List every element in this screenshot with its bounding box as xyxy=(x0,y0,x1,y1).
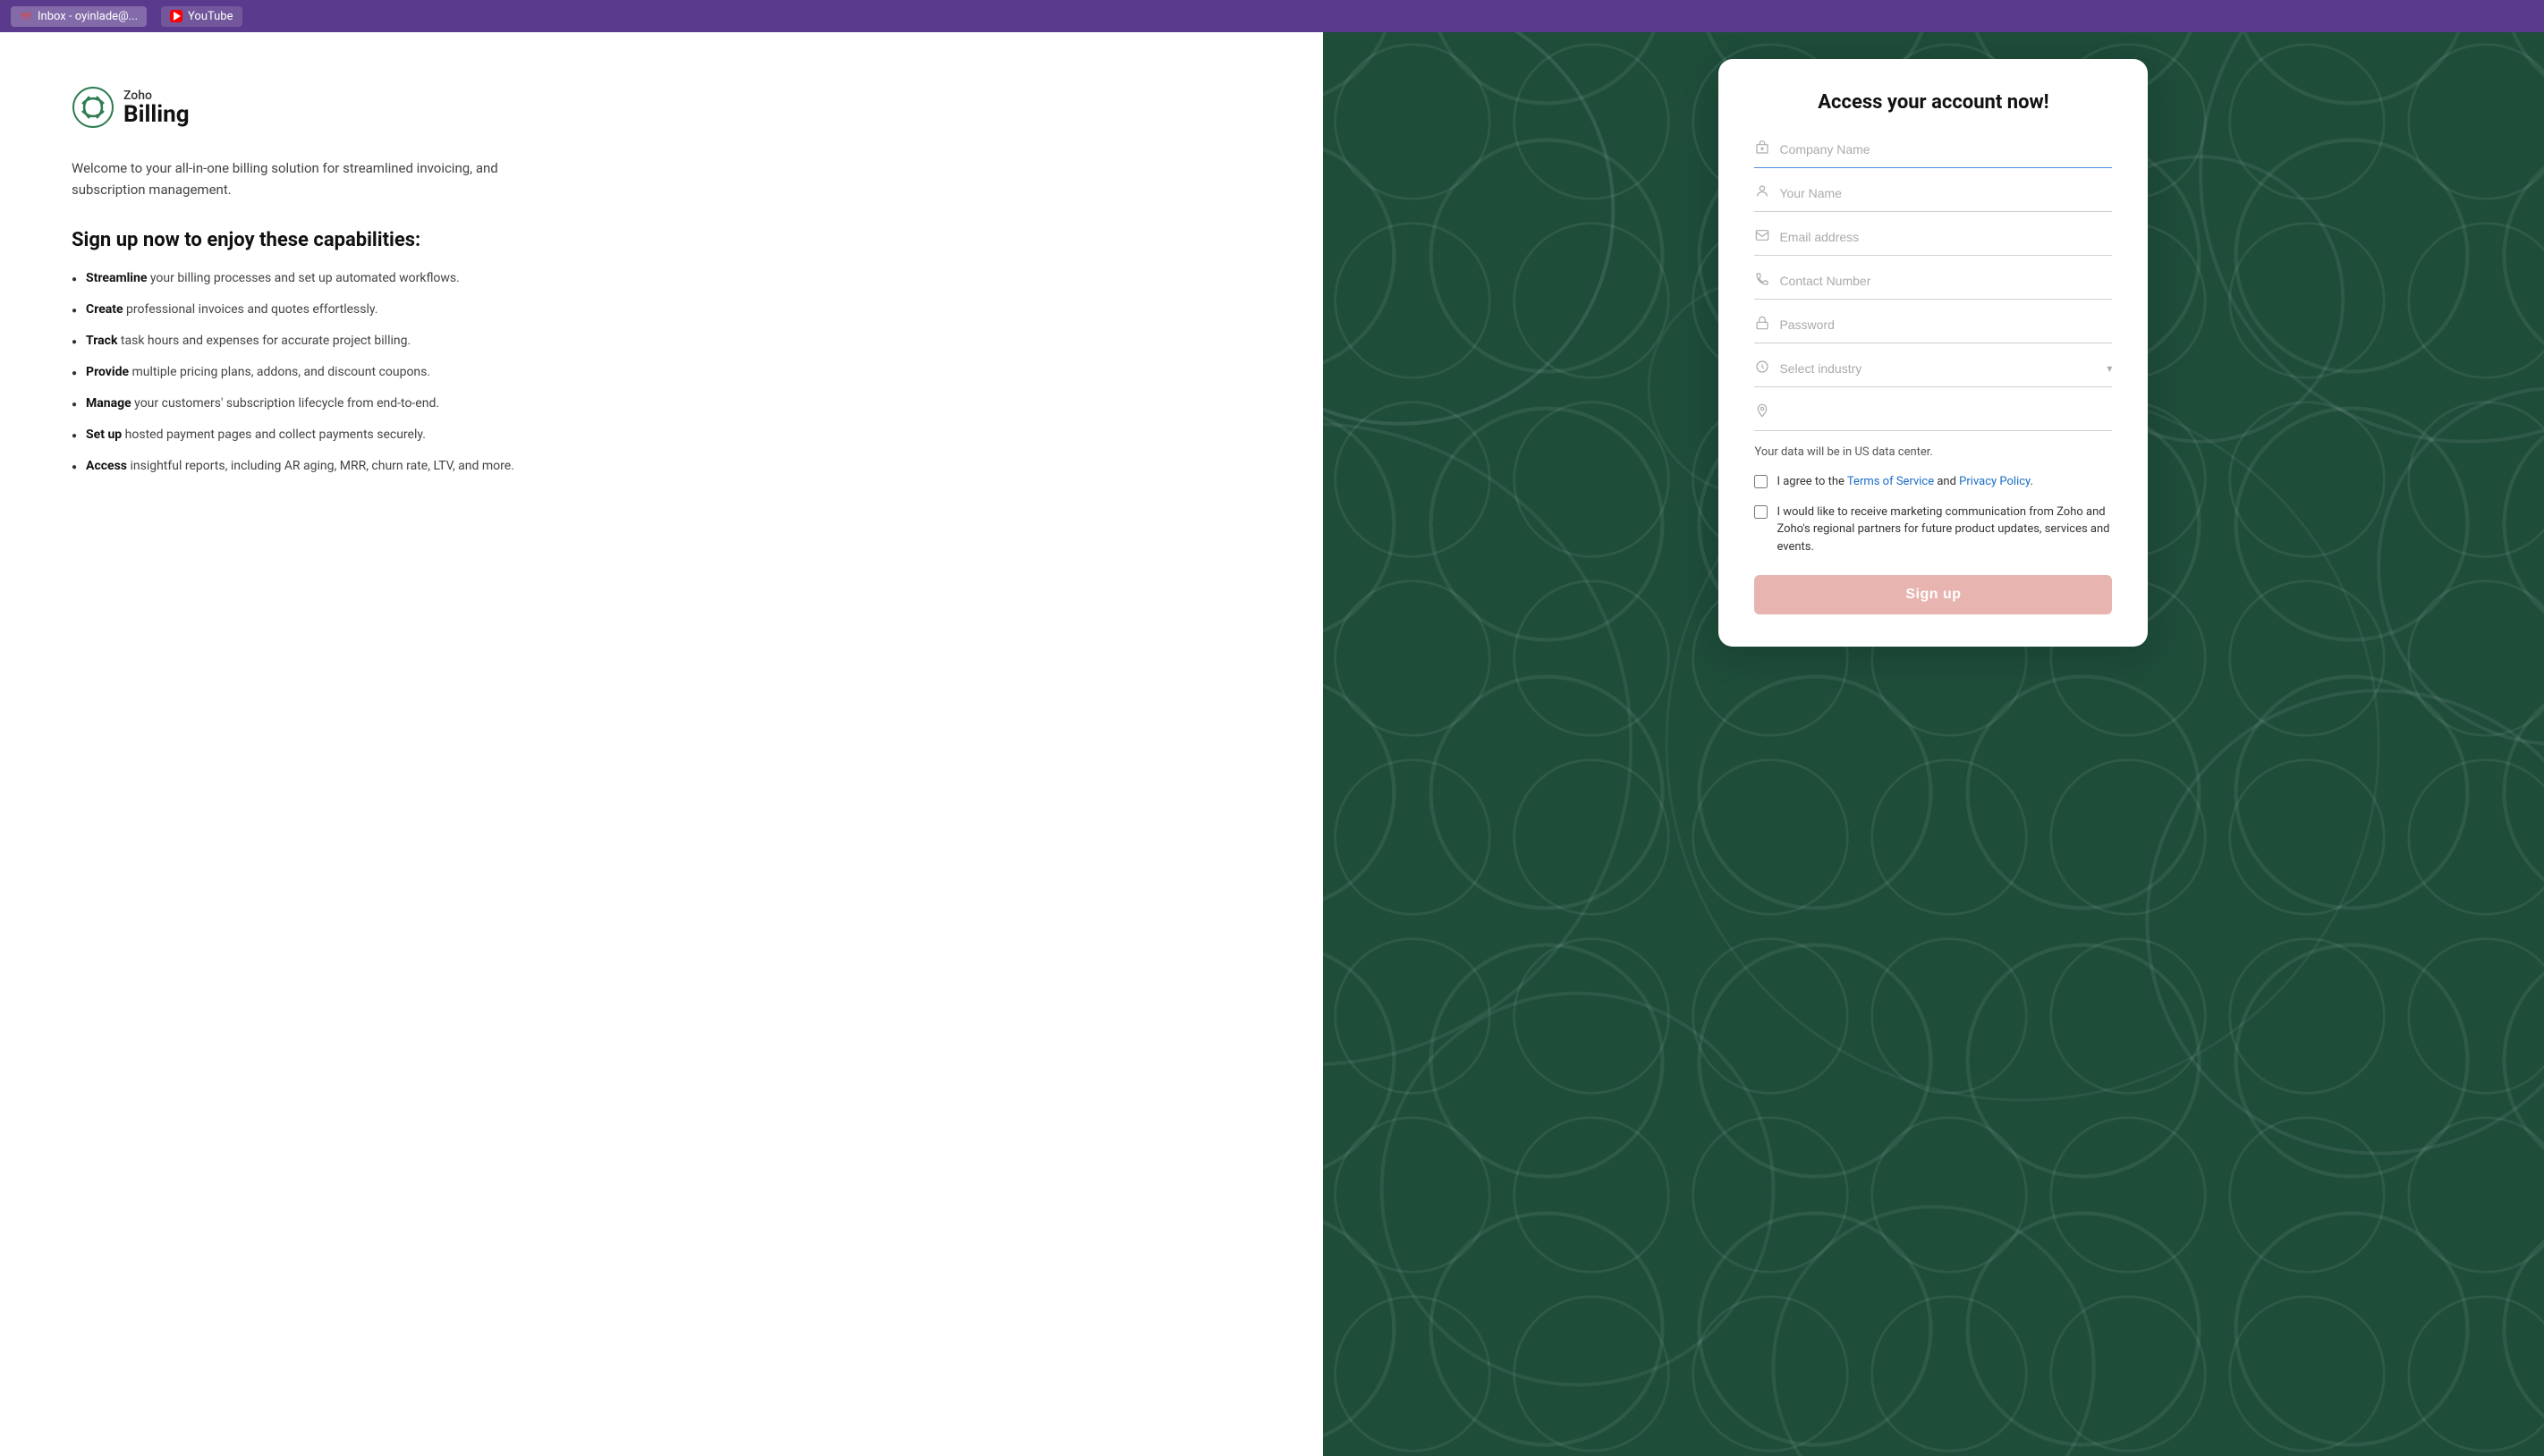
list-item: ● Manage your customers' subscription li… xyxy=(72,394,1251,413)
tab-gmail[interactable]: Inbox - oyinlade@... xyxy=(11,6,147,27)
industry-select[interactable]: Select industry Technology Finance Retai… xyxy=(1779,358,2098,379)
industry-group: Select industry Technology Finance Retai… xyxy=(1754,358,2112,387)
feature-text: professional invoices and quotes effortl… xyxy=(123,302,378,317)
feature-text: task hours and expenses for accurate pro… xyxy=(117,334,411,348)
industry-icon xyxy=(1754,360,1770,377)
terms-label: I agree to the Terms of Service and Priv… xyxy=(1777,473,2033,491)
features-heading: Sign up now to enjoy these capabilities: xyxy=(72,229,1251,251)
company-name-group xyxy=(1754,139,2112,168)
features-list: ● Streamline your billing processes and … xyxy=(72,269,1251,476)
card-title: Access your account now! xyxy=(1754,91,2112,114)
right-panel: Access your account now! xyxy=(1323,32,2544,1456)
list-item: ● Provide multiple pricing plans, addons… xyxy=(72,363,1251,382)
gmail-tab-label: Inbox - oyinlade@... xyxy=(38,10,138,23)
marketing-checkbox-group: I would like to receive marketing commun… xyxy=(1754,504,2112,556)
password-group xyxy=(1754,314,2112,343)
youtube-tab-label: YouTube xyxy=(188,10,233,23)
left-panel: Zoho Billing Welcome to your all-in-one … xyxy=(0,32,1323,1456)
youtube-icon xyxy=(170,10,182,22)
signup-card: Access your account now! xyxy=(1718,59,2148,647)
tagline: Welcome to your all-in-one billing solut… xyxy=(72,157,537,200)
company-icon xyxy=(1754,140,1770,158)
contact-number-group xyxy=(1754,270,2112,300)
feature-bold: Track xyxy=(86,334,117,348)
gmail-icon xyxy=(20,10,32,22)
list-item: ● Access insightful reports, including A… xyxy=(72,457,1251,476)
terms-checkbox-group: I agree to the Terms of Service and Priv… xyxy=(1754,473,2112,491)
feature-text: insightful reports, including AR aging, … xyxy=(127,459,514,473)
password-icon xyxy=(1754,316,1770,334)
feature-text: hosted payment pages and collect payment… xyxy=(122,427,426,442)
feature-bold: Set up xyxy=(86,427,122,442)
feature-text: your billing processes and set up automa… xyxy=(147,271,459,285)
main-layout: Zoho Billing Welcome to your all-in-one … xyxy=(0,32,2544,1456)
person-icon xyxy=(1754,184,1770,202)
email-group xyxy=(1754,226,2112,256)
list-item: ● Streamline your billing processes and … xyxy=(72,269,1251,288)
tab-youtube[interactable]: YouTube xyxy=(161,6,242,27)
company-name-input[interactable] xyxy=(1779,139,2112,160)
your-name-input[interactable] xyxy=(1779,182,2112,204)
feature-text: multiple pricing plans, addons, and disc… xyxy=(129,365,430,379)
email-input[interactable] xyxy=(1779,226,2112,248)
logo-text: Zoho Billing xyxy=(123,89,190,126)
password-input[interactable] xyxy=(1779,314,2112,335)
data-center-note: Your data will be in US data center. xyxy=(1754,445,2112,459)
contact-number-input[interactable] xyxy=(1779,270,2112,292)
list-item: ● Track task hours and expenses for accu… xyxy=(72,332,1251,351)
list-item: ● Set up hosted payment pages and collec… xyxy=(72,426,1251,444)
feature-bold: Access xyxy=(86,459,127,473)
signup-button[interactable]: Sign up xyxy=(1754,575,2112,614)
chevron-down-icon: ▾ xyxy=(2107,362,2112,375)
phone-icon xyxy=(1754,272,1770,290)
location-group xyxy=(1754,402,2112,431)
tab-bar: Inbox - oyinlade@... YouTube xyxy=(0,0,2544,32)
logo-billing-label: Billing xyxy=(123,103,190,126)
logo-area: Zoho Billing xyxy=(72,86,1251,129)
feature-bold: Create xyxy=(86,302,123,317)
feature-bold: Streamline xyxy=(86,271,147,285)
email-icon xyxy=(1754,228,1770,246)
feature-bold: Provide xyxy=(86,365,129,379)
marketing-label: I would like to receive marketing commun… xyxy=(1777,504,2112,556)
feature-bold: Manage xyxy=(86,396,131,411)
terms-checkbox[interactable] xyxy=(1754,475,1768,488)
marketing-checkbox[interactable] xyxy=(1754,505,1768,519)
feature-text: your customers' subscription lifecycle f… xyxy=(131,396,439,411)
your-name-group xyxy=(1754,182,2112,212)
location-input[interactable] xyxy=(1779,402,2112,423)
location-icon xyxy=(1754,403,1770,421)
list-item: ● Create professional invoices and quote… xyxy=(72,301,1251,319)
zoho-billing-logo-icon xyxy=(72,86,114,129)
privacy-policy-link[interactable]: Privacy Policy xyxy=(1959,475,2030,488)
terms-of-service-link[interactable]: Terms of Service xyxy=(1847,475,1934,488)
